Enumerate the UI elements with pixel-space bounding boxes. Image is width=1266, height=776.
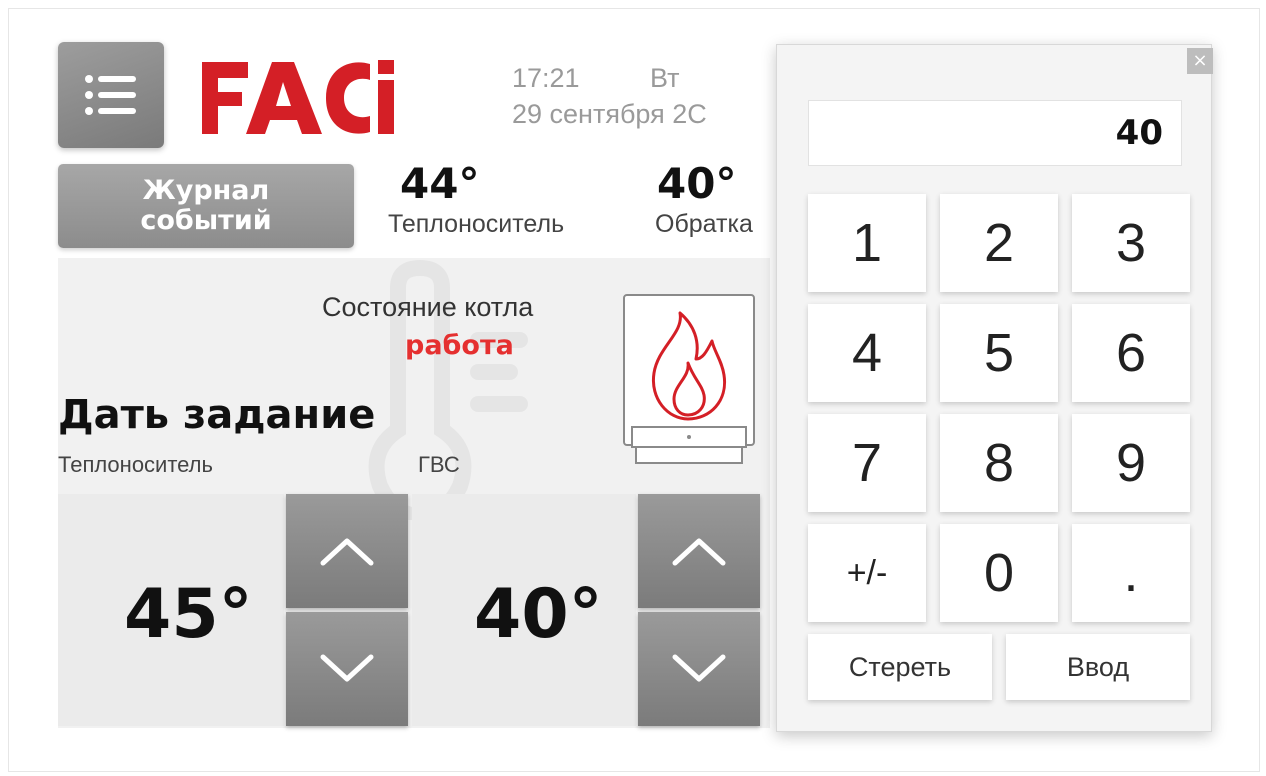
list-menu-icon [85, 75, 136, 115]
chevron-down-icon [320, 654, 374, 682]
faci-logo [202, 60, 394, 134]
keypad-display: 40 [808, 100, 1182, 166]
key-4[interactable]: 4 [808, 304, 926, 402]
key-1[interactable]: 1 [808, 194, 926, 292]
coolant-setpoint-label: Теплоноситель [58, 452, 213, 477]
key-plus-minus[interactable]: +/- [808, 524, 926, 622]
key-7[interactable]: 7 [808, 414, 926, 512]
return-temp-label: Обратка [655, 210, 753, 238]
coolant-temp-value: 44° [400, 159, 480, 208]
task-title: Дать задание [58, 392, 376, 438]
return-temp-value: 40° [657, 159, 737, 208]
flame-icon [623, 294, 755, 464]
dhw-increase-button[interactable] [638, 494, 760, 608]
key-9[interactable]: 9 [1072, 414, 1190, 512]
boiler-state-title: Состояние котла [322, 292, 534, 322]
weekday: Вт [650, 63, 680, 93]
coolant-reading: 44° Теплоноситель [388, 160, 564, 240]
key-0[interactable]: 0 [940, 524, 1058, 622]
dhw-decrease-button[interactable] [638, 612, 760, 726]
chevron-up-icon [320, 538, 374, 566]
enter-button[interactable]: Ввод [1006, 634, 1190, 700]
date: 29 сентября 2С [512, 99, 707, 129]
return-reading: 40° Обратка [655, 160, 753, 240]
menu-button[interactable] [58, 42, 164, 148]
chevron-up-icon [672, 538, 726, 566]
key-2[interactable]: 2 [940, 194, 1058, 292]
coolant-setpoint-value: 45° [124, 575, 253, 654]
time: 17:21 [512, 63, 580, 93]
close-keypad-button[interactable]: × [1187, 48, 1213, 74]
key-3[interactable]: 3 [1072, 194, 1190, 292]
event-log-button[interactable]: Журнал событий [58, 164, 354, 248]
chevron-down-icon [672, 654, 726, 682]
dhw-setpoint-label: ГВС [418, 452, 460, 477]
key-8[interactable]: 8 [940, 414, 1058, 512]
boiler-state-value: работа [405, 330, 514, 361]
key-5[interactable]: 5 [940, 304, 1058, 402]
erase-button[interactable]: Стереть [808, 634, 992, 700]
event-log-label: Журнал событий [140, 175, 272, 236]
dhw-setpoint-value: 40° [474, 575, 603, 654]
coolant-temp-label: Теплоноситель [388, 210, 565, 238]
clock: 17:21 Вт 29 сентября 2С [512, 60, 707, 132]
key-decimal[interactable]: . [1072, 524, 1190, 622]
coolant-increase-button[interactable] [286, 494, 408, 608]
key-6[interactable]: 6 [1072, 304, 1190, 402]
coolant-decrease-button[interactable] [286, 612, 408, 726]
